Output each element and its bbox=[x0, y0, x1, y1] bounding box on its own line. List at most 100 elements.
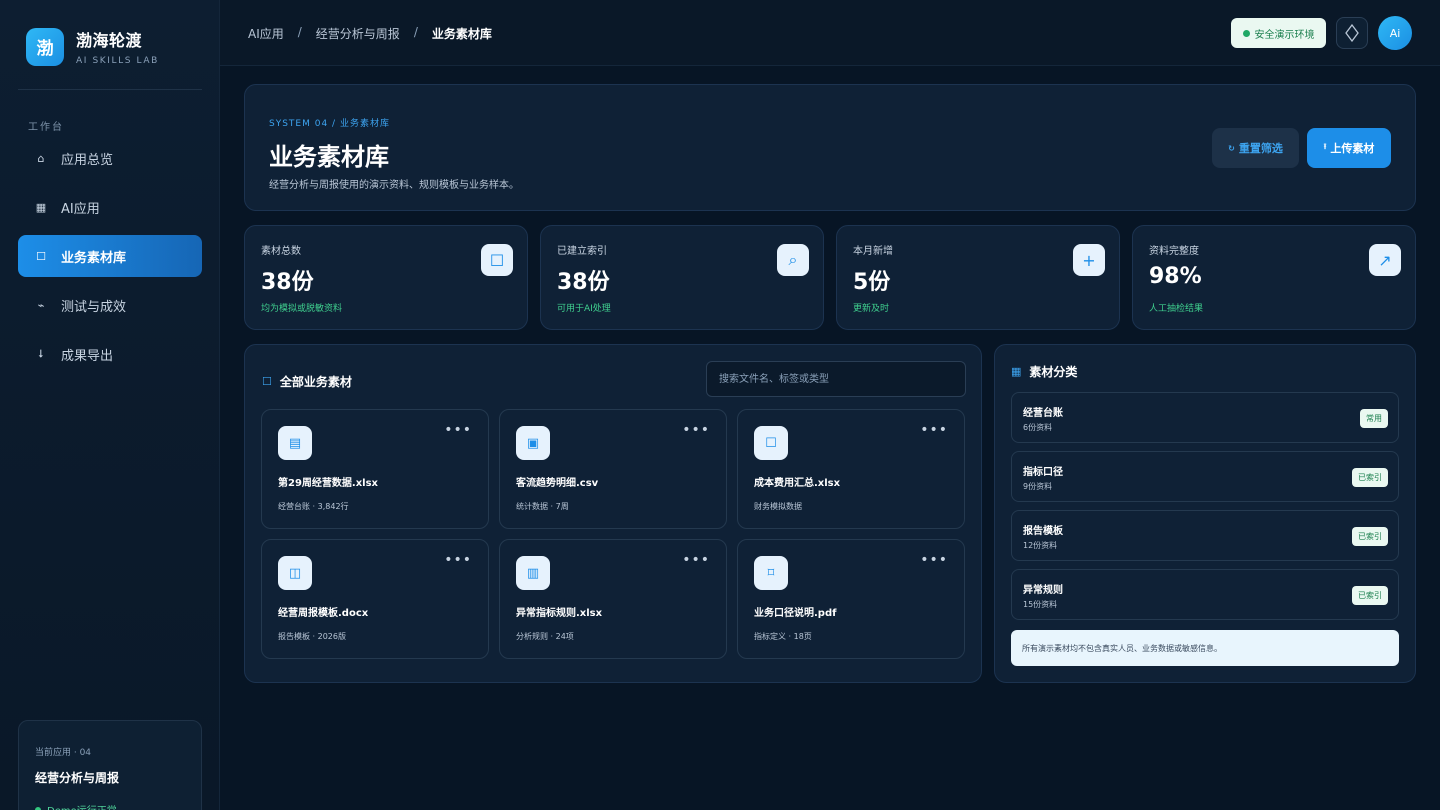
refresh-icon: ↻ bbox=[1228, 143, 1235, 153]
file-card[interactable]: ▥ ••• 异常指标规则.xlsx 分析规则 · 24项 bbox=[499, 539, 727, 659]
grid-icon: ▦ bbox=[35, 200, 47, 214]
file-meta: 分析规则 · 24项 bbox=[516, 632, 574, 641]
more-options-icon[interactable]: ••• bbox=[920, 422, 948, 438]
stat-label: 已建立索引 bbox=[557, 246, 607, 257]
stat-value: 38份 bbox=[557, 270, 610, 295]
status-badge: 常用 bbox=[1360, 409, 1388, 428]
breadcrumb-item-app[interactable]: 经营分析与周报 bbox=[316, 25, 400, 42]
upload-material-label: 上传素材 bbox=[1330, 142, 1375, 155]
file-name: 客流趋势明细.csv bbox=[516, 478, 599, 489]
sidebar-item-material-library[interactable]: ☐ 业务素材库 bbox=[18, 235, 202, 277]
current-app-status-text: Demo运行正常 bbox=[47, 802, 117, 810]
stat-card-indexed: 已建立索引 38份 可用于AI处理 ⌕ bbox=[540, 225, 824, 330]
stat-note: 可用于AI处理 bbox=[557, 304, 611, 314]
category-item[interactable]: 报告模板 12份资料 已索引 bbox=[1011, 510, 1399, 561]
page-title: 业务素材库 bbox=[269, 143, 389, 171]
materials-panel: ☐ 全部业务素材 ▤ ••• 第29周经营数据.xlsx 经营台账 · 3,84… bbox=[244, 344, 982, 683]
stat-value: 5份 bbox=[853, 270, 891, 295]
current-app-label: 当前应用 · 04 bbox=[35, 748, 92, 758]
stat-note: 人工抽检结果 bbox=[1149, 304, 1204, 314]
categories-title-text: 素材分类 bbox=[1029, 365, 1078, 379]
category-item[interactable]: 指标口径 9份资料 已索引 bbox=[1011, 451, 1399, 502]
more-options-icon[interactable]: ••• bbox=[920, 552, 948, 568]
pulse-icon: ⌁ bbox=[37, 298, 45, 312]
file-meta: 指标定义 · 18页 bbox=[754, 632, 812, 641]
breadcrumb-separator: / bbox=[297, 25, 302, 39]
stat-label: 素材总数 bbox=[261, 246, 301, 257]
file-card[interactable]: ▤ ••• 第29周经营数据.xlsx 经营台账 · 3,842行 bbox=[261, 409, 489, 529]
status-dot-icon bbox=[1242, 29, 1250, 37]
status-badge: 已索引 bbox=[1352, 527, 1388, 546]
current-app-status: Demo运行正常 bbox=[35, 802, 185, 810]
file-name: 业务口径说明.pdf bbox=[754, 608, 837, 619]
category-item[interactable]: 异常规则 15份资料 已索引 bbox=[1011, 569, 1399, 620]
sidebar-item-overview[interactable]: ⌂ 应用总览 bbox=[18, 137, 202, 179]
chart-file-icon: ▣ bbox=[516, 426, 550, 460]
stat-note: 均为模拟或脱敏资料 bbox=[261, 304, 343, 314]
upload-material-button[interactable]: ⭱ 上传素材 bbox=[1307, 128, 1391, 168]
reset-filter-button[interactable]: ↻ 重置筛选 bbox=[1212, 128, 1299, 168]
stat-note: 更新及时 bbox=[853, 304, 890, 314]
sidebar-item-ai-apps[interactable]: ▦ AI应用 bbox=[18, 186, 202, 228]
file-card[interactable]: ⌑ ••• 业务口径说明.pdf 指标定义 · 18页 bbox=[737, 539, 965, 659]
file-card[interactable]: ▣ ••• 客流趋势明细.csv 统计数据 · 7周 bbox=[499, 409, 727, 529]
category-name: 报告模板 bbox=[1023, 526, 1063, 537]
materials-title: ☐ 全部业务素材 bbox=[262, 373, 352, 390]
folder-icon: ☐ bbox=[481, 244, 513, 276]
sidebar-item-label: AI应用 bbox=[61, 201, 100, 217]
diamond-button[interactable] bbox=[1336, 17, 1368, 49]
file-card[interactable]: ☐ ••• 成本费用汇总.xlsx 财务模拟数据 bbox=[737, 409, 965, 529]
more-options-icon[interactable]: ••• bbox=[444, 552, 472, 568]
stat-card-completeness: 资料完整度 98% 人工抽检结果 ↗ bbox=[1132, 225, 1416, 330]
env-status-badge: 安全演示环境 bbox=[1231, 18, 1326, 48]
brand-subtitle: AI SKILLS LAB bbox=[76, 56, 159, 66]
category-count: 9份资料 bbox=[1023, 482, 1053, 491]
category-icon: ▦ bbox=[1011, 365, 1022, 378]
file-name: 异常指标规则.xlsx bbox=[516, 608, 603, 619]
current-app-card[interactable]: 当前应用 · 04 经营分析与周报 Demo运行正常 bbox=[18, 720, 202, 810]
materials-title-text: 全部业务素材 bbox=[279, 375, 352, 389]
avatar[interactable]: Ai bbox=[1378, 16, 1412, 50]
more-options-icon[interactable]: ••• bbox=[682, 422, 710, 438]
download-icon: ⭣ bbox=[38, 347, 44, 360]
file-name: 经营周报模板.docx bbox=[278, 608, 369, 619]
brand[interactable]: 渤 渤海轮渡 AI SKILLS LAB bbox=[26, 27, 159, 66]
category-name: 指标口径 bbox=[1023, 467, 1063, 478]
status-badge: 已索引 bbox=[1352, 586, 1388, 605]
plus-icon: + bbox=[1073, 244, 1105, 276]
pdf-icon: ⌑ bbox=[754, 556, 788, 590]
brand-logo: 渤 bbox=[26, 27, 64, 66]
home-icon: ⌂ bbox=[37, 151, 45, 165]
category-item[interactable]: 经营台账 6份资料 常用 bbox=[1011, 392, 1399, 443]
category-count: 15份资料 bbox=[1023, 600, 1058, 609]
sidebar-item-label: 应用总览 bbox=[61, 152, 114, 168]
sidebar-divider bbox=[18, 89, 202, 90]
more-options-icon[interactable]: ••• bbox=[682, 552, 710, 568]
stat-label: 本月新增 bbox=[853, 246, 893, 257]
sidebar: 渤 渤海轮渡 AI SKILLS LAB 工作台 ⌂ 应用总览 ▦ AI应用 ☐… bbox=[0, 0, 220, 810]
file-card[interactable]: ◫ ••• 经营周报模板.docx 报告模板 · 2026版 bbox=[261, 539, 489, 659]
more-options-icon[interactable]: ••• bbox=[444, 422, 472, 438]
category-name: 异常规则 bbox=[1023, 585, 1063, 596]
rules-icon: ▥ bbox=[516, 556, 550, 590]
sidebar-item-export[interactable]: ⭣ 成果导出 bbox=[18, 333, 202, 375]
folder-icon: ☐ bbox=[36, 249, 46, 263]
stat-value: 98% bbox=[1149, 264, 1202, 289]
sidebar-item-testing[interactable]: ⌁ 测试与成效 bbox=[18, 284, 202, 326]
file-name: 第29周经营数据.xlsx bbox=[278, 478, 378, 489]
status-badge: 已索引 bbox=[1352, 468, 1388, 487]
folder-icon: ☐ bbox=[262, 375, 272, 388]
search-input[interactable] bbox=[706, 361, 966, 397]
file-meta: 经营台账 · 3,842行 bbox=[278, 502, 349, 511]
file-meta: 财务模拟数据 bbox=[754, 502, 802, 511]
sidebar-item-label: 测试与成效 bbox=[61, 299, 127, 315]
page-description: 经营分析与周报使用的演示资料、规则模板与业务样本。 bbox=[269, 180, 519, 191]
template-icon: ◫ bbox=[278, 556, 312, 590]
trend-arrow-icon: ↗ bbox=[1369, 244, 1401, 276]
file-name: 成本费用汇总.xlsx bbox=[754, 478, 841, 489]
document-icon: ☐ bbox=[754, 426, 788, 460]
breadcrumb-item-ai-apps[interactable]: AI应用 bbox=[248, 25, 284, 42]
spreadsheet-icon: ▤ bbox=[278, 426, 312, 460]
page-eyebrow: SYSTEM 04 / 业务素材库 bbox=[269, 119, 390, 129]
sidebar-item-label: 成果导出 bbox=[61, 348, 114, 364]
